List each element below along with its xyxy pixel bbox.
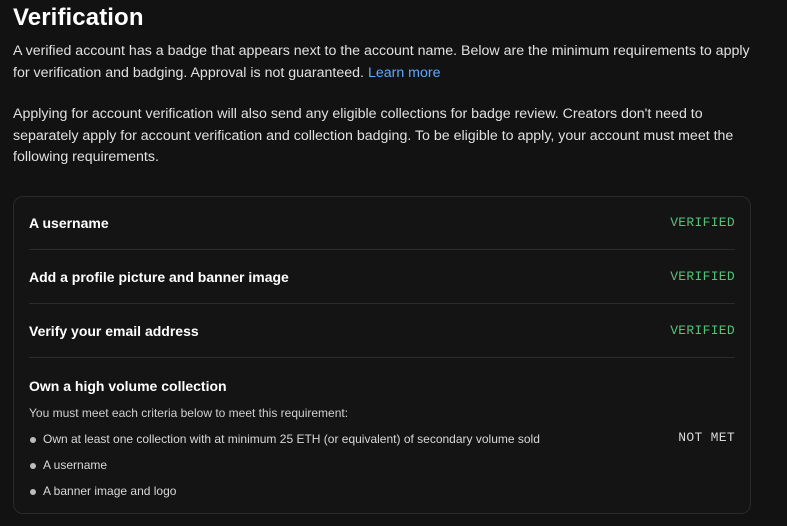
criteria-text: A username [43, 458, 108, 472]
bullet-icon [30, 437, 36, 443]
requirement-label: A username [29, 215, 109, 231]
requirement-label: Verify your email address [29, 323, 199, 339]
requirement-status: VERIFIED [670, 215, 735, 230]
learn-more-link[interactable]: Learn more [368, 65, 441, 81]
page-title: Verification [13, 4, 144, 31]
criteria-item: A username [29, 458, 735, 478]
requirement-note: You must meet each criteria below to mee… [29, 406, 349, 420]
requirement-label: Add a profile picture and banner image [29, 269, 289, 285]
requirement-status: NOT MET [678, 430, 735, 445]
requirements-card: A username VERIFIED Add a profile pictur… [13, 196, 751, 514]
criteria-text: A banner image and logo [43, 484, 177, 498]
verification-page: Verification A verified account has a ba… [13, 0, 773, 514]
intro-paragraph: A verified account has a badge that appe… [13, 41, 758, 84]
requirement-status: VERIFIED [670, 269, 735, 284]
requirement-label: Own a high volume collection [29, 378, 227, 394]
requirement-row-username: A username VERIFIED [29, 197, 735, 250]
eligibility-paragraph: Applying for account verification will a… [13, 106, 734, 165]
requirement-row-email: Verify your email address VERIFIED [29, 305, 735, 358]
requirement-row-profile-picture: Add a profile picture and banner image V… [29, 251, 735, 304]
bullet-icon [30, 489, 36, 495]
criteria-item: Own at least one collection with at mini… [29, 430, 735, 452]
criteria-text: Own at least one collection with at mini… [43, 432, 540, 446]
bullet-icon [30, 463, 36, 469]
criteria-item: A banner image and logo [29, 484, 735, 504]
requirement-status: VERIFIED [670, 323, 735, 338]
